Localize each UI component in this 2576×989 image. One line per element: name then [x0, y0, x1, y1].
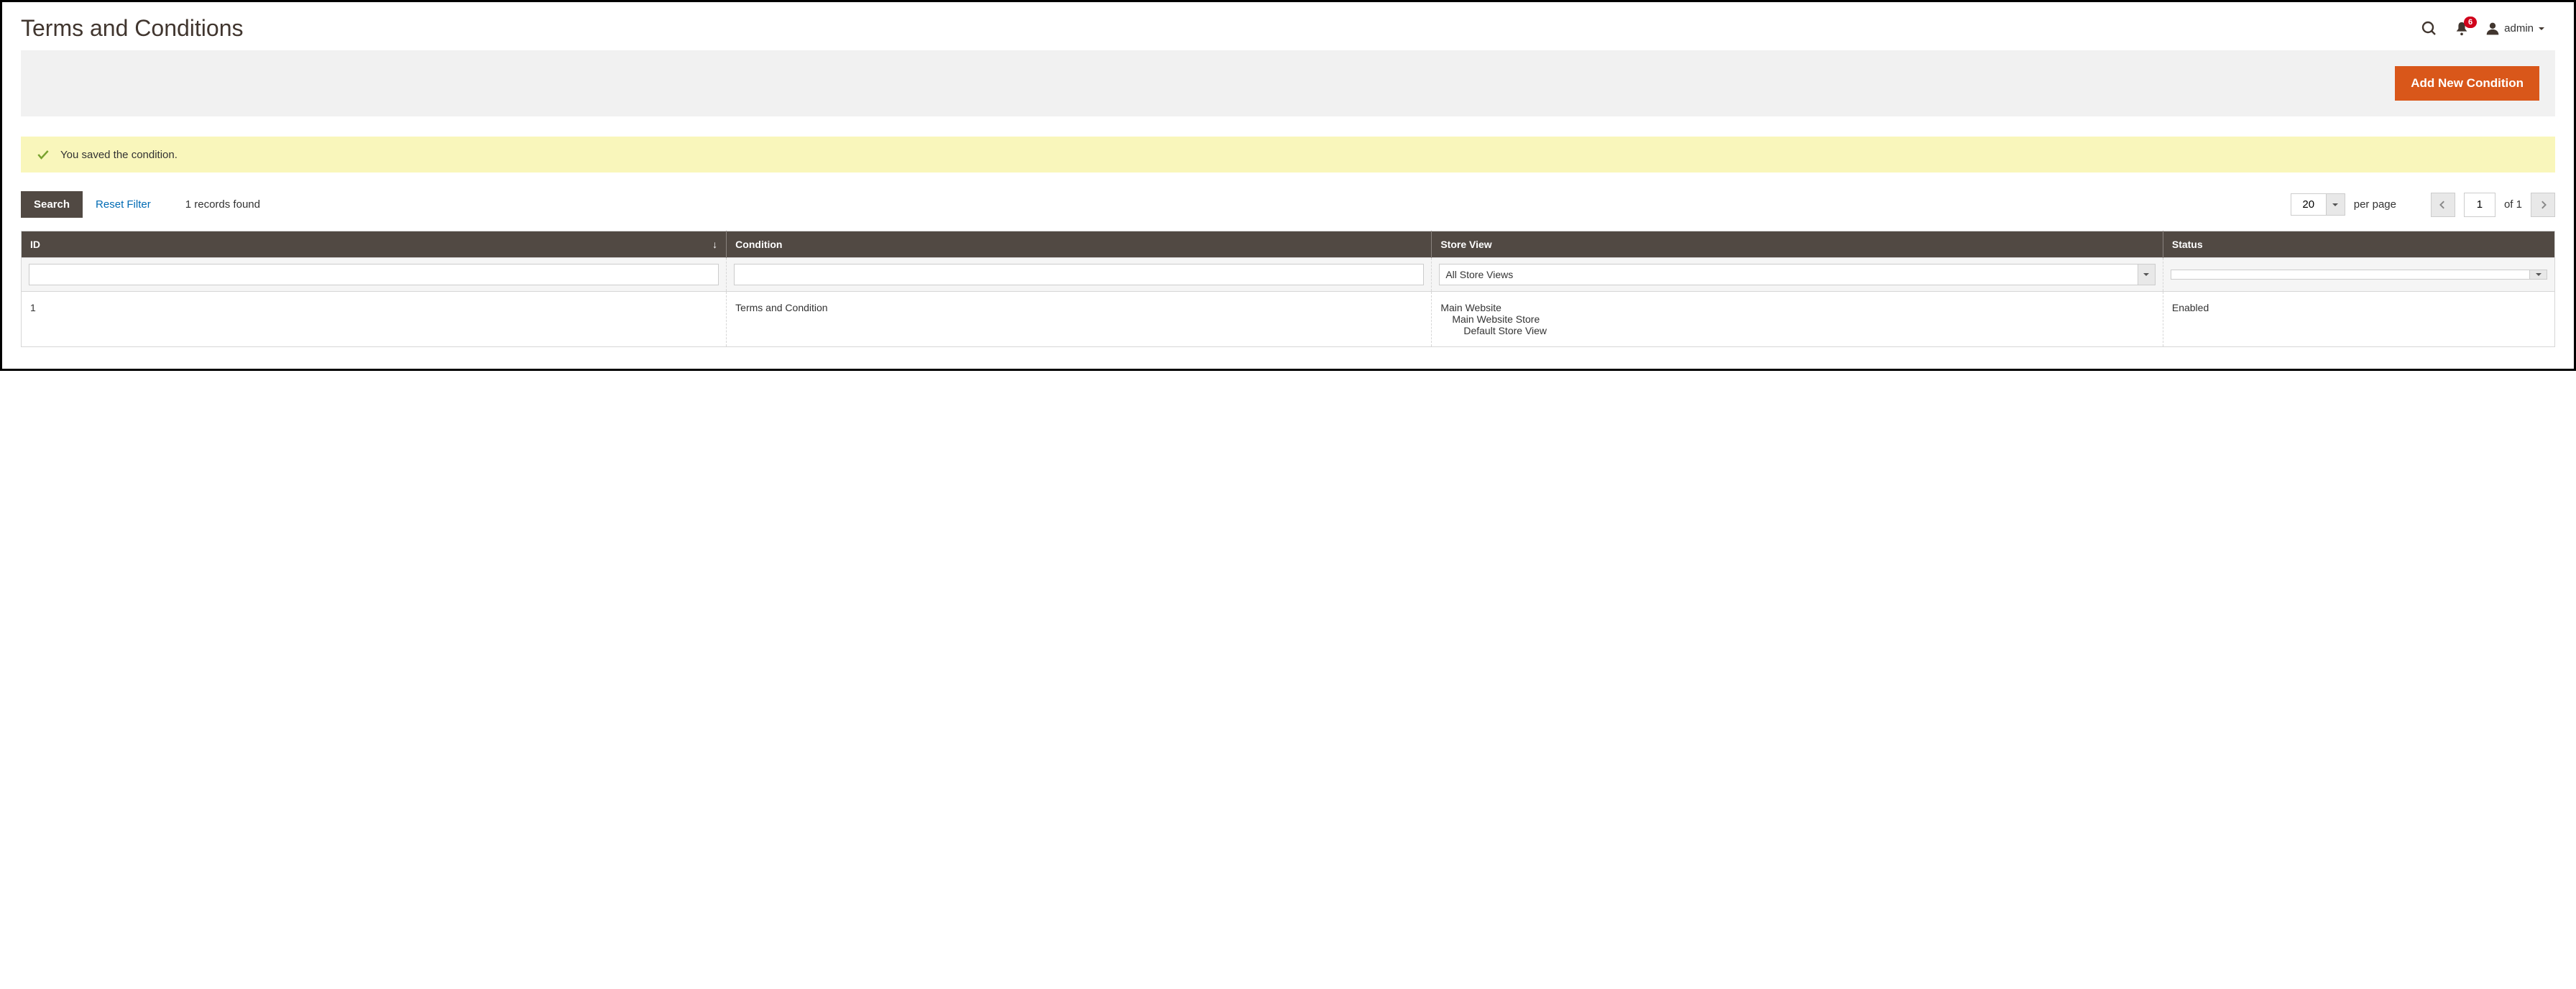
table-row[interactable]: 1 Terms and Condition Main Website Main … — [22, 292, 2555, 347]
pager-current-input[interactable] — [2464, 193, 2496, 217]
col-header-id[interactable]: ID ↓ — [22, 231, 727, 258]
sort-indicator-icon: ↓ — [712, 239, 717, 250]
cell-id: 1 — [22, 292, 727, 347]
add-new-condition-button[interactable]: Add New Condition — [2395, 66, 2539, 101]
conditions-table: ID ↓ Condition Store View Status All Sto… — [21, 231, 2555, 347]
col-header-condition[interactable]: Condition — [727, 231, 1432, 258]
col-header-status[interactable]: Status — [2163, 231, 2554, 258]
filter-condition-input[interactable] — [734, 264, 1424, 285]
chevron-down-icon — [2538, 25, 2545, 32]
user-menu[interactable]: admin — [2485, 22, 2545, 36]
per-page-label: per page — [2354, 198, 2396, 211]
notifications-icon[interactable]: 6 — [2454, 21, 2470, 37]
filter-id-input[interactable] — [29, 264, 719, 285]
grid-controls: Search Reset Filter 1 records found per … — [21, 191, 2555, 218]
check-icon — [36, 147, 50, 162]
success-message: You saved the condition. — [21, 137, 2555, 172]
reset-filter-link[interactable]: Reset Filter — [96, 198, 151, 211]
page-header: Terms and Conditions 6 admin — [21, 15, 2555, 42]
success-text: You saved the condition. — [60, 149, 178, 161]
chevron-down-icon — [2138, 264, 2155, 285]
search-icon[interactable] — [2421, 20, 2438, 37]
pager-next-button[interactable] — [2531, 193, 2555, 217]
page-title: Terms and Conditions — [21, 15, 243, 42]
notification-badge: 6 — [2464, 17, 2477, 28]
filter-status-select[interactable] — [2171, 270, 2547, 280]
user-icon — [2485, 22, 2500, 36]
pager-prev-button[interactable] — [2431, 193, 2455, 217]
filter-row: All Store Views — [22, 258, 2555, 292]
pager-of-label: of 1 — [2504, 198, 2522, 211]
search-button[interactable]: Search — [21, 191, 83, 218]
cell-condition: Terms and Condition — [727, 292, 1432, 347]
user-name: admin — [2504, 22, 2534, 34]
action-bar: Add New Condition — [21, 50, 2555, 116]
per-page-input[interactable] — [2291, 194, 2326, 215]
per-page-select[interactable] — [2291, 193, 2345, 216]
per-page-toggle[interactable] — [2326, 194, 2345, 215]
records-found-label: 1 records found — [185, 198, 260, 211]
col-header-store-view[interactable]: Store View — [1432, 231, 2163, 258]
cell-store-view: Main Website Main Website Store Default … — [1432, 292, 2163, 347]
cell-status: Enabled — [2163, 292, 2554, 347]
chevron-down-icon — [2529, 270, 2547, 279]
filter-store-view-select[interactable]: All Store Views — [1439, 264, 2156, 285]
